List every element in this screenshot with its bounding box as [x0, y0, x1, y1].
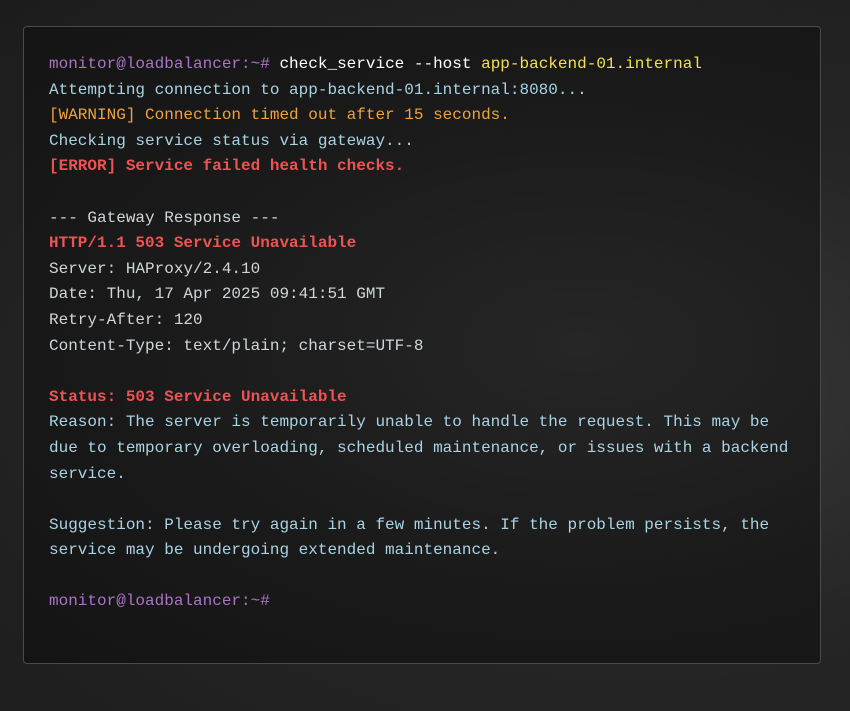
- http-status-line: HTTP/1.1 503 Service Unavailable: [49, 234, 357, 253]
- suggestion-text: Suggestion: Please try again in a few mi…: [49, 515, 779, 560]
- shell-prompt: monitor@loadbalancer:~#: [49, 592, 270, 611]
- status-line: Status: 503 Service Unavailable: [49, 387, 347, 406]
- command-line: monitor@loadbalancer:~# check_service --…: [49, 52, 795, 78]
- warning-line: [WARNING] Connection timed out after 15 …: [49, 106, 510, 125]
- error-line: [ERROR] Service failed health checks.: [49, 157, 405, 176]
- server-header-line: Server: HAProxy/2.4.10: [49, 259, 261, 278]
- terminal-window[interactable]: monitor@loadbalancer:~# check_service --…: [23, 26, 821, 664]
- date-header-line: Date: Thu, 17 Apr 2025 09:41:51 GMT: [49, 285, 386, 304]
- shell-prompt: monitor@loadbalancer:~#: [49, 55, 270, 73]
- attempting-line: Attempting connection to app-backend-01.…: [49, 80, 587, 99]
- final-prompt-line[interactable]: monitor@loadbalancer:~#: [49, 589, 795, 615]
- gateway-header: --- Gateway Response ---: [49, 208, 280, 227]
- content-type-line: Content-Type: text/plain; charset=UTF-8: [49, 336, 424, 355]
- retry-after-line: Retry-After: 120: [49, 310, 203, 329]
- host-argument: app-backend-01.internal: [481, 55, 702, 73]
- command-text: check_service --host: [279, 55, 472, 73]
- reason-text: Reason: The server is temporarily unable…: [49, 413, 798, 483]
- checking-line: Checking service status via gateway...: [49, 131, 414, 150]
